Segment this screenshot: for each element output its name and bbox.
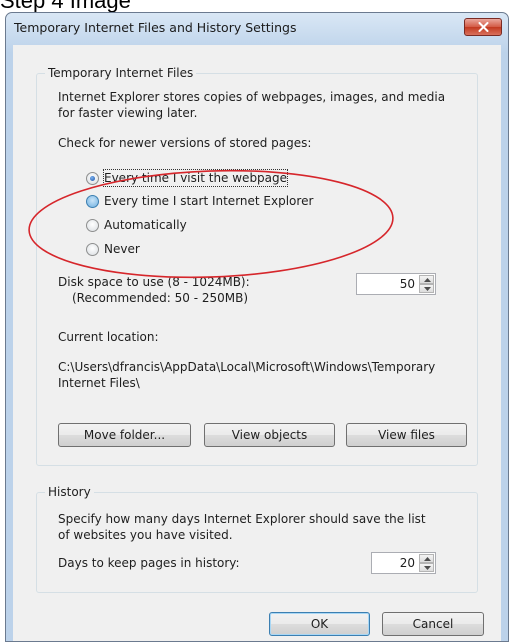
history-days-up-button[interactable] — [419, 554, 434, 563]
history-days-down-button[interactable] — [419, 563, 434, 572]
disk-space-value[interactable]: 50 — [400, 277, 415, 291]
dialog-client-area: Temporary Internet Files Internet Explor… — [13, 45, 501, 641]
history-description-line1: Specify how many days Internet Explorer … — [58, 512, 426, 526]
move-folder-button[interactable]: Move folder... — [58, 423, 191, 447]
window-title: Temporary Internet Files and History Set… — [14, 20, 297, 35]
chevron-down-icon — [424, 287, 431, 291]
current-location-label: Current location: — [58, 330, 159, 344]
close-button[interactable] — [464, 18, 502, 36]
current-location-path-line2: Internet Files\ — [58, 376, 140, 390]
cancel-button[interactable]: Cancel — [382, 612, 484, 636]
temp-files-description-line2: for faster viewing later. — [58, 106, 198, 120]
current-location-path-line1: C:\Users\dfrancis\AppData\Local\Microsof… — [58, 360, 436, 374]
chevron-down-icon — [424, 566, 431, 570]
disk-space-up-button[interactable] — [419, 275, 434, 284]
ok-button[interactable]: OK — [269, 612, 370, 636]
history-description-line2: of websites you have visited. — [58, 528, 233, 542]
annotation-ellipse — [28, 169, 394, 279]
history-days-spin-buttons — [419, 554, 434, 572]
view-files-button[interactable]: View files — [346, 423, 467, 447]
title-bar[interactable]: Temporary Internet Files and History Set… — [6, 13, 508, 43]
view-objects-button[interactable]: View objects — [204, 423, 335, 447]
history-days-label: Days to keep pages in history: — [58, 556, 240, 570]
check-newer-label: Check for newer versions of stored pages… — [58, 136, 312, 150]
history-legend: History — [45, 485, 94, 499]
temp-files-description-line1: Internet Explorer stores copies of webpa… — [58, 90, 446, 104]
chevron-up-icon — [424, 278, 431, 282]
annotation-ellipse-shape — [28, 169, 394, 279]
disk-space-recommended: (Recommended: 50 - 250MB) — [72, 291, 249, 305]
close-x-icon — [478, 22, 489, 32]
disk-space-down-button[interactable] — [419, 284, 434, 293]
history-days-stepper[interactable]: 20 — [371, 552, 436, 574]
disk-space-spin-buttons — [419, 275, 434, 293]
temp-files-legend: Temporary Internet Files — [45, 66, 197, 80]
history-days-value[interactable]: 20 — [400, 556, 415, 570]
chevron-up-icon — [424, 557, 431, 561]
settings-dialog: Temporary Internet Files and History Set… — [5, 12, 509, 642]
